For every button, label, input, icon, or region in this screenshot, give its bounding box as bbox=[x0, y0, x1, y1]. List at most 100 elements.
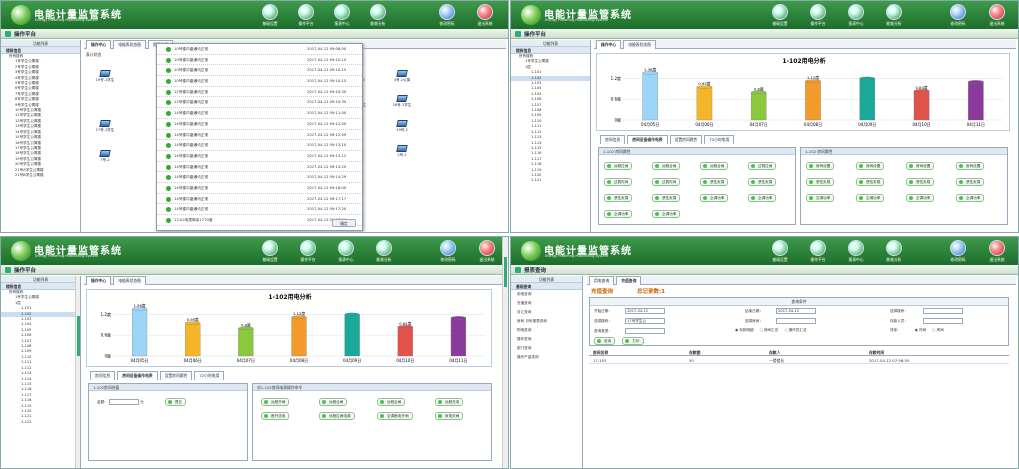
query-type-radio[interactable]: ○ 操作员汇总 bbox=[784, 328, 806, 332]
nav-operation[interactable]: 操作平台 bbox=[804, 240, 832, 264]
report-menu-item[interactable]: 月汇查询 bbox=[511, 308, 582, 317]
attr-button[interactable]: 远程合闸 bbox=[652, 162, 681, 170]
query-type-select[interactable] bbox=[625, 328, 666, 334]
table-row[interactable]: 17-103 50 一楼楼长 2017-04-12 07:56:55 bbox=[589, 356, 1009, 364]
amount-input[interactable] bbox=[108, 399, 139, 405]
nav-basic-settings[interactable]: 基础设置 bbox=[766, 240, 794, 264]
tab-operation-center[interactable]: 操作中心 bbox=[596, 40, 622, 49]
end-date-input[interactable]: 2017-04-12 bbox=[776, 308, 817, 314]
submit-button[interactable]: 提交 bbox=[164, 398, 187, 406]
tab-meter-status[interactable]: 电能表状态图 bbox=[623, 40, 656, 49]
tab-meter-status[interactable]: 电能表状态图 bbox=[113, 276, 146, 285]
nav-analysis[interactable]: 能耗分析 bbox=[364, 4, 392, 28]
nav-operation[interactable]: 操作平台 bbox=[804, 4, 832, 28]
nav-analysis[interactable]: 能耗分析 bbox=[880, 240, 908, 264]
attr-button[interactable]: 恶性负载 bbox=[604, 194, 633, 202]
nav-basic-settings[interactable]: 基础设置 bbox=[256, 4, 284, 28]
tree-room[interactable]: 1-121 bbox=[511, 178, 590, 183]
nav-report[interactable]: 报表中心 bbox=[328, 4, 356, 28]
change-password-button[interactable]: 修改密码 bbox=[434, 240, 462, 264]
report-menu-item[interactable]: 部门查询 bbox=[511, 344, 582, 353]
page-scrollbar[interactable] bbox=[502, 237, 508, 468]
sort-radio[interactable]: ○ 房间 bbox=[932, 328, 943, 332]
command-button[interactable]: 家电关闸 bbox=[435, 412, 464, 420]
attr-button[interactable]: 恶性负载 bbox=[700, 178, 729, 186]
change-password-button[interactable]: 修改密码 bbox=[944, 240, 972, 264]
tree-room[interactable]: 1-122 bbox=[1, 420, 80, 425]
report-menu-item[interactable]: 操作查询 bbox=[511, 335, 582, 344]
nav-report[interactable]: 报表中心 bbox=[842, 240, 870, 264]
command-button[interactable]: 远程充电 bbox=[435, 398, 464, 406]
attr-button[interactable]: 远程合闸 bbox=[700, 162, 729, 170]
attr-button[interactable]: 恶性负载 bbox=[652, 194, 681, 202]
print-button[interactable]: 打印 bbox=[622, 337, 644, 345]
nav-analysis[interactable]: 能耗分析 bbox=[880, 4, 908, 28]
query-type-radio[interactable]: ◉ 存款明细 bbox=[735, 328, 754, 332]
meter-item[interactable]: 19号-1学生 bbox=[94, 70, 116, 83]
bottom-tab[interactable]: 设置房间属性 bbox=[669, 135, 703, 144]
attr-button[interactable]: 恶性负载 bbox=[956, 178, 985, 186]
report-menu-item[interactable]: 操作产量查询 bbox=[511, 353, 582, 362]
meter-item[interactable]: 2号-2 bbox=[391, 145, 413, 158]
attr-button[interactable]: 恶性负载 bbox=[856, 178, 885, 186]
attr-button[interactable]: 恶性负载 bbox=[748, 178, 777, 186]
room-select[interactable] bbox=[776, 318, 817, 324]
attr-button[interactable]: 过载拉闸 bbox=[748, 162, 777, 170]
bottom-tab[interactable]: 设置房间属性 bbox=[159, 371, 193, 380]
attr-button[interactable]: 房间设置 bbox=[956, 162, 985, 170]
logout-button[interactable]: 退出系统 bbox=[983, 240, 1011, 264]
tab-recharge-query[interactable]: 充值查询 bbox=[616, 276, 642, 285]
logout-button[interactable]: 退出系统 bbox=[983, 4, 1011, 28]
command-button[interactable]: 远程合闸 bbox=[377, 398, 406, 406]
report-menu-item[interactable]: 房间 月份报表查询 bbox=[511, 317, 582, 326]
nav-basic-settings[interactable]: 基础设置 bbox=[256, 240, 284, 264]
attr-button[interactable]: 空调功率 bbox=[806, 194, 835, 202]
nav-operation[interactable]: 操作平台 bbox=[292, 4, 320, 28]
report-menu-item[interactable]: 购电查询 bbox=[511, 326, 582, 335]
meter-item[interactable]: 7号-2 bbox=[94, 150, 116, 163]
command-button[interactable]: 空调断电开闸 bbox=[377, 412, 413, 420]
sidebar-section[interactable]: 楼栋信息 bbox=[1, 283, 80, 290]
start-date-input[interactable]: 2017-04-12 bbox=[625, 308, 666, 314]
change-password-button[interactable]: 修改密码 bbox=[433, 4, 461, 28]
nav-basic-settings[interactable]: 基础设置 bbox=[766, 4, 794, 28]
command-button[interactable]: 远程合闸 bbox=[319, 398, 348, 406]
building-select-2[interactable]: 17号学生公 bbox=[625, 318, 666, 324]
attr-button[interactable]: 房间设置 bbox=[806, 162, 835, 170]
sidebar-section[interactable]: 楼栋信息 bbox=[511, 47, 590, 54]
attr-button[interactable]: 空调功率 bbox=[956, 194, 985, 202]
bottom-tab[interactable]: 房间信息 bbox=[90, 371, 116, 380]
operator-select[interactable] bbox=[923, 318, 964, 324]
meter-item[interactable]: 4号-1公寓 bbox=[391, 70, 413, 83]
logout-button[interactable]: 退出系统 bbox=[473, 240, 501, 264]
bottom-tab[interactable]: 房间设备操作电表 bbox=[627, 135, 668, 144]
nav-report[interactable]: 报表中心 bbox=[842, 4, 870, 28]
attr-button[interactable]: 空调功率 bbox=[748, 194, 777, 202]
attr-button[interactable]: 远程拉闸 bbox=[604, 162, 633, 170]
nav-report[interactable]: 报表中心 bbox=[332, 240, 360, 264]
attr-button[interactable]: 空调功率 bbox=[652, 210, 681, 218]
meter-item[interactable]: 17号-1学生 bbox=[94, 120, 116, 133]
query-button[interactable]: 查询 bbox=[594, 337, 616, 345]
attr-button[interactable]: 过载时间 bbox=[652, 178, 681, 186]
attr-button[interactable]: 空调功率 bbox=[604, 210, 633, 218]
attr-button[interactable]: 恶性负载 bbox=[806, 178, 835, 186]
bottom-tab[interactable]: 房间信息 bbox=[600, 135, 626, 144]
bottom-tab[interactable]: 房间设备操作电表 bbox=[117, 371, 158, 380]
tab-meter-status[interactable]: 电能表状态图 bbox=[113, 40, 146, 49]
logout-button[interactable]: 退出系统 bbox=[471, 4, 499, 28]
attr-button[interactable]: 房间设置 bbox=[906, 162, 935, 170]
tab-usage-query[interactable]: 用电查询 bbox=[589, 276, 615, 285]
ok-button[interactable]: 确定 bbox=[332, 219, 356, 227]
query-type-radio[interactable]: ○ 房间汇总 bbox=[760, 328, 779, 332]
report-menu-item[interactable]: 用电查询 bbox=[511, 290, 582, 299]
attr-button[interactable]: 过载时间 bbox=[604, 178, 633, 186]
report-menu-item[interactable]: 充值查询 bbox=[511, 299, 582, 308]
sort-radio[interactable]: ◉ 时间 bbox=[915, 328, 926, 332]
meter-item[interactable]: 16号-1学生 bbox=[391, 95, 413, 108]
attr-button[interactable]: 房间设置 bbox=[856, 162, 885, 170]
meter-item[interactable]: 19号-2 bbox=[391, 120, 413, 133]
attr-button[interactable]: 空调功率 bbox=[856, 194, 885, 202]
command-button[interactable]: 断开送电 bbox=[261, 412, 290, 420]
building-select[interactable] bbox=[923, 308, 964, 314]
